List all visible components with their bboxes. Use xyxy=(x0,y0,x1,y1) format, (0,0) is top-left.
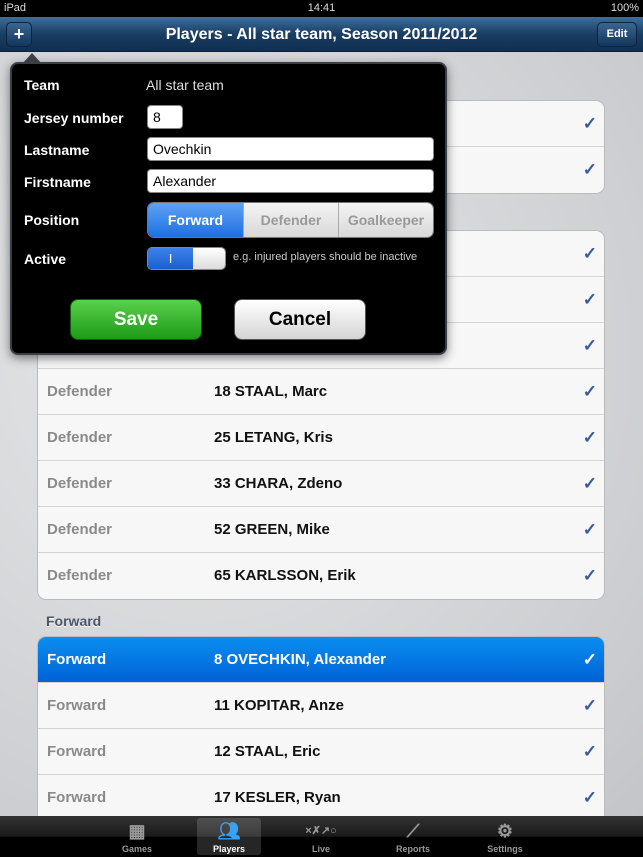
lastname-input[interactable]: Ovechkin xyxy=(147,137,434,161)
player-position: Forward xyxy=(47,651,107,668)
checkmark-icon: ✓ xyxy=(582,650,597,669)
popover-arrow xyxy=(22,53,42,64)
toggle-knob xyxy=(193,248,225,269)
gear-icon: ⚙ xyxy=(496,821,514,841)
tab-games[interactable]: ▦ Games xyxy=(105,818,169,855)
player-position: Forward xyxy=(47,789,107,806)
calendar-icon: ▦ xyxy=(128,821,146,841)
player-position: Defender xyxy=(47,383,113,400)
navigation-bar: Players - All star team, Season 2011/201… xyxy=(0,17,643,52)
tab-bar: ▦ Games 👥︎ Players ×✗↗○ Live ⟋ Reports ⚙ Sett… xyxy=(0,816,643,857)
player-edit-popover: Team All star team Jersey number 8 Lastn… xyxy=(10,53,447,355)
active-hint: e.g. injured players should be inactive xyxy=(233,251,418,263)
add-player-button[interactable]: + xyxy=(6,22,32,47)
player-name: 65 KARLSSON, Erik xyxy=(214,567,356,584)
tab-label: Settings xyxy=(487,844,523,854)
player-position: Defender xyxy=(47,567,113,584)
checkmark-icon: ✓ xyxy=(582,428,597,447)
tab-label: Live xyxy=(311,844,330,854)
tab-label: Games xyxy=(121,844,153,854)
checkmark-icon: ✓ xyxy=(582,382,597,401)
battery: 100% xyxy=(610,2,639,14)
table-row[interactable]: Forward 17 KESLER, Ryan ✓ xyxy=(38,775,604,821)
player-name: 33 CHARA, Zdeno xyxy=(214,475,343,492)
table-row[interactable]: Defender 25 LETANG, Kris ✓ xyxy=(38,415,604,461)
checkmark-icon: ✓ xyxy=(582,114,597,133)
player-group-forwards: Forward 8 OVECHKIN, Alexander ✓ Forward 11 K… xyxy=(37,636,605,822)
player-position: Forward xyxy=(47,743,107,760)
clock: 14:41 xyxy=(307,2,336,14)
team-value: All star team xyxy=(146,77,224,93)
table-row[interactable]: Defender 18 STAAL, Marc ✓ xyxy=(38,369,604,415)
checkmark-icon: ✓ xyxy=(582,742,597,761)
checkmark-icon: ✓ xyxy=(582,336,597,355)
jersey-number-input[interactable]: 8 xyxy=(147,105,183,129)
segment-goalkeeper[interactable]: Goalkeeper xyxy=(338,203,433,237)
player-position: Defender xyxy=(47,475,113,492)
table-row[interactable]: Defender 52 GREEN, Mike ✓ xyxy=(38,507,604,553)
active-label: Active xyxy=(24,251,67,267)
player-position: Defender xyxy=(47,521,113,538)
player-name: 12 STAAL, Eric xyxy=(214,743,321,760)
player-position: Defender xyxy=(47,429,113,446)
tab-live[interactable]: ×✗↗○ Live xyxy=(289,818,353,855)
position-segmented-control: Forward Defender Goalkeeper xyxy=(147,202,434,238)
chart-icon: ⟋ xyxy=(406,821,420,841)
player-position: Forward xyxy=(47,697,107,714)
segment-defender[interactable]: Defender xyxy=(243,203,338,237)
table-row[interactable]: Forward 8 OVECHKIN, Alexander ✓ xyxy=(38,637,604,683)
player-name: 11 KOPITAR, Anze xyxy=(214,697,345,714)
checkmark-icon: ✓ xyxy=(582,474,597,493)
status-bar: iPad 14:41 100% xyxy=(0,0,643,17)
table-row[interactable]: Forward 12 STAAL, Eric ✓ xyxy=(38,729,604,775)
team-label: Team xyxy=(24,77,60,93)
firstname-input[interactable]: Alexander xyxy=(147,169,434,193)
checkmark-icon: ✓ xyxy=(582,696,597,715)
checkmark-icon: ✓ xyxy=(582,788,597,807)
player-name: 18 STAAL, Marc xyxy=(214,383,328,400)
edit-button[interactable]: Edit xyxy=(597,22,637,47)
position-label: Position xyxy=(24,212,80,228)
section-header-forward: Forward xyxy=(46,613,102,629)
tab-reports[interactable]: ⟋ Reports xyxy=(381,818,445,855)
firstname-label: Firstname xyxy=(24,174,91,190)
table-row[interactable]: Defender 33 CHARA, Zdeno ✓ xyxy=(38,461,604,507)
checkmark-icon: ✓ xyxy=(582,290,597,309)
table-row[interactable]: Forward 11 KOPITAR, Anze ✓ xyxy=(38,683,604,729)
page-title: Players - All star team, Season 2011/201… xyxy=(165,26,478,43)
tab-label: Players xyxy=(212,844,246,854)
checkmark-icon: ✓ xyxy=(582,566,597,585)
checkmark-icon: ✓ xyxy=(582,244,597,263)
tab-settings[interactable]: ⚙ Settings xyxy=(473,818,537,855)
play-diagram-icon: ×✗↗○ xyxy=(305,825,337,837)
checkmark-icon: ✓ xyxy=(582,160,597,179)
toggle-on-label: I xyxy=(148,248,193,269)
active-toggle[interactable]: I xyxy=(147,247,226,270)
tab-players[interactable]: 👥︎ Players xyxy=(197,818,261,855)
jersey-label: Jersey number xyxy=(24,110,124,126)
player-name: 8 OVECHKIN, Alexander xyxy=(214,651,386,668)
players-icon: 👥︎ xyxy=(217,821,241,841)
player-name: 17 KESLER, Ryan xyxy=(214,789,341,806)
cancel-button[interactable]: Cancel xyxy=(234,299,366,340)
table-row[interactable]: Defender 65 KARLSSON, Erik ✓ xyxy=(38,553,604,599)
save-button[interactable]: Save xyxy=(70,299,202,340)
player-name: 52 GREEN, Mike xyxy=(214,521,330,538)
checkmark-icon: ✓ xyxy=(582,520,597,539)
segment-forward[interactable]: Forward xyxy=(148,203,243,237)
tab-label: Reports xyxy=(395,844,430,854)
player-name: 25 LETANG, Kris xyxy=(214,429,333,446)
lastname-label: Lastname xyxy=(24,142,90,158)
